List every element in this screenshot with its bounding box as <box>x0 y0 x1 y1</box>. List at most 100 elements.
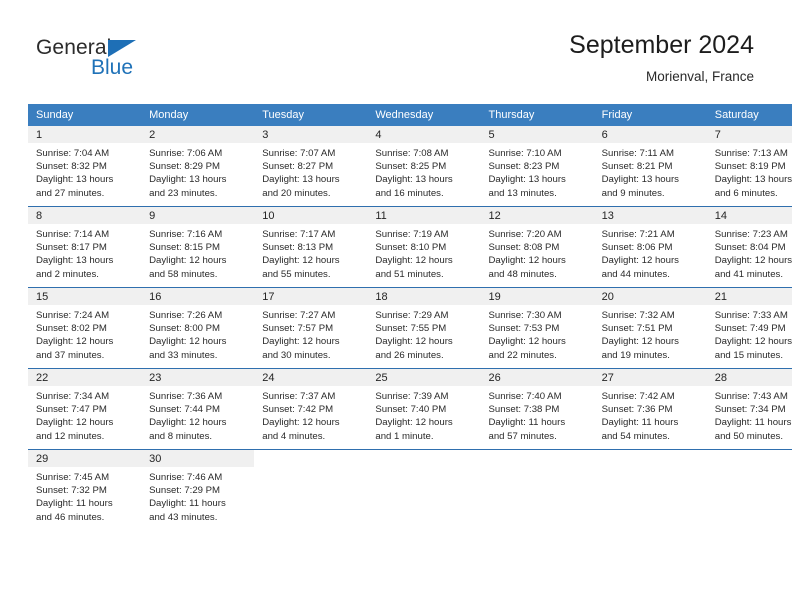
daylight-text-line1: Daylight: 13 hours <box>375 174 453 186</box>
day-details: Sunrise: 7:14 AM Sunset: 8:17 PM Daylight:… <box>28 224 141 287</box>
calendar-day-cell[interactable]: 27 Sunrise: 7:42 AM Sunset: 7:36 PM Dayligh… <box>593 368 707 450</box>
calendar-day-cell[interactable]: 21 Sunrise: 7:33 AM Sunset: 7:49 PM Dayligh… <box>706 287 792 369</box>
day-number: 13 <box>601 210 614 222</box>
daylight-text-line2: and 20 minutes. <box>262 187 331 199</box>
calendar-day-cell[interactable]: 18 Sunrise: 7:29 AM Sunset: 7:55 PM Dayligh… <box>367 287 481 369</box>
sunset-text: Sunset: 8:13 PM <box>262 242 334 254</box>
daylight-text-line2: and 15 minutes. <box>714 349 784 361</box>
day-number: 28 <box>714 372 727 384</box>
weekday-header-monday: Monday <box>141 104 255 126</box>
calendar-day-cell[interactable]: 14 Sunrise: 7:23 AM Sunset: 8:04 PM Dayligh… <box>706 206 792 288</box>
day-number-band: 21 <box>706 288 792 305</box>
day-number-band: 8 <box>28 207 142 224</box>
sunrise-text: Sunrise: 7:32 AM <box>601 310 675 321</box>
calendar-day-cell[interactable]: 3 Sunrise: 7:07 AM Sunset: 8:27 PM Daylight… <box>254 126 368 207</box>
sunset-text: Sunset: 7:49 PM <box>714 323 786 335</box>
calendar-day-cell[interactable]: 9 Sunrise: 7:16 AM Sunset: 8:15 PM Daylight… <box>141 206 255 288</box>
day-number: 17 <box>262 291 275 303</box>
day-details: Sunrise: 7:21 AM Sunset: 8:06 PM Daylight:… <box>594 224 707 287</box>
sunset-text: Sunset: 7:40 PM <box>375 404 447 416</box>
calendar-day-cell[interactable]: 4 Sunrise: 7:08 AM Sunset: 8:25 PM Daylight… <box>367 126 481 207</box>
sunrise-text: Sunrise: 7:14 AM <box>36 229 110 240</box>
sunrise-text: Sunrise: 7:39 AM <box>375 391 449 402</box>
day-number-band: 25 <box>367 369 481 386</box>
day-details <box>707 467 792 477</box>
calendar-day-cell[interactable]: 15 Sunrise: 7:24 AM Sunset: 8:02 PM Dayligh… <box>28 287 142 369</box>
day-number: 11 <box>375 210 387 222</box>
calendar-day-cell[interactable]: 10 Sunrise: 7:17 AM Sunset: 8:13 PM Dayligh… <box>254 206 368 288</box>
sunset-text: Sunset: 7:55 PM <box>375 323 447 335</box>
day-number-band: 3 <box>254 126 368 143</box>
day-number-band: 26 <box>480 369 594 386</box>
daylight-text-line1: Daylight: 12 hours <box>375 417 453 429</box>
calendar-day-cell[interactable]: 6 Sunrise: 7:11 AM Sunset: 8:21 PM Daylight… <box>593 126 707 207</box>
calendar-day-cell[interactable]: 13 Sunrise: 7:21 AM Sunset: 8:06 PM Dayligh… <box>593 206 707 288</box>
day-number-band: 7 <box>706 126 792 143</box>
calendar-day-cell[interactable]: 30 Sunrise: 7:46 AM Sunset: 7:29 PM Dayligh… <box>141 449 255 530</box>
day-details: Sunrise: 7:39 AM Sunset: 7:40 PM Daylight:… <box>367 386 480 449</box>
calendar-day-cell[interactable]: 23 Sunrise: 7:36 AM Sunset: 7:44 PM Dayligh… <box>141 368 255 450</box>
daylight-text-line2: and 57 minutes. <box>488 430 557 442</box>
calendar-day-cell[interactable]: 29 Sunrise: 7:45 AM Sunset: 7:32 PM Dayligh… <box>28 449 142 530</box>
sunrise-text: Sunrise: 7:13 AM <box>714 148 788 159</box>
day-number-band: 10 <box>254 207 368 224</box>
calendar-day-cell[interactable]: 26 Sunrise: 7:40 AM Sunset: 7:38 PM Dayligh… <box>480 368 594 450</box>
sunrise-text: Sunrise: 7:04 AM <box>36 148 110 159</box>
calendar-day-cell-empty <box>706 449 792 530</box>
calendar-day-cell[interactable]: 16 Sunrise: 7:26 AM Sunset: 8:00 PM Dayligh… <box>141 287 255 369</box>
day-number-band: 23 <box>141 369 255 386</box>
sunset-text: Sunset: 8:19 PM <box>714 161 786 173</box>
day-details: Sunrise: 7:10 AM Sunset: 8:23 PM Daylight:… <box>481 143 594 206</box>
day-number-band <box>254 450 367 467</box>
calendar-day-cell[interactable]: 1 Sunrise: 7:04 AM Sunset: 8:32 PM Daylight… <box>28 126 142 207</box>
daylight-text-line1: Daylight: 12 hours <box>488 255 566 267</box>
day-number: 20 <box>601 291 614 303</box>
day-details <box>367 467 480 477</box>
general-blue-logo[interactable]: General Blue <box>36 36 266 90</box>
daylight-text-line2: and 46 minutes. <box>36 511 105 523</box>
calendar-day-cell[interactable]: 22 Sunrise: 7:34 AM Sunset: 7:47 PM Dayligh… <box>28 368 142 450</box>
calendar-day-cell[interactable]: 8 Sunrise: 7:14 AM Sunset: 8:17 PM Daylight… <box>28 206 142 288</box>
calendar-day-cell[interactable]: 2 Sunrise: 7:06 AM Sunset: 8:29 PM Daylight… <box>141 126 255 207</box>
calendar-day-cell-empty <box>367 449 481 530</box>
calendar-day-cell[interactable]: 12 Sunrise: 7:20 AM Sunset: 8:08 PM Dayligh… <box>480 206 594 288</box>
sunrise-text: Sunrise: 7:08 AM <box>375 148 449 159</box>
sunrise-text: Sunrise: 7:42 AM <box>601 391 675 402</box>
calendar-day-cell[interactable]: 20 Sunrise: 7:32 AM Sunset: 7:51 PM Dayligh… <box>593 287 707 369</box>
day-number: 14 <box>714 210 727 222</box>
day-details: Sunrise: 7:40 AM Sunset: 7:38 PM Daylight:… <box>481 386 594 449</box>
calendar-day-cell[interactable]: 19 Sunrise: 7:30 AM Sunset: 7:53 PM Dayligh… <box>480 287 594 369</box>
daylight-text-line1: Daylight: 12 hours <box>601 255 679 267</box>
calendar-day-cell-empty <box>480 449 594 530</box>
calendar-week-row: 8 Sunrise: 7:14 AM Sunset: 8:17 PM Daylight… <box>28 206 792 288</box>
day-number: 18 <box>375 291 388 303</box>
calendar-day-cell[interactable]: 25 Sunrise: 7:39 AM Sunset: 7:40 PM Dayligh… <box>367 368 481 450</box>
day-details: Sunrise: 7:19 AM Sunset: 8:10 PM Daylight:… <box>367 224 480 287</box>
day-details: Sunrise: 7:43 AM Sunset: 7:34 PM Daylight:… <box>707 386 792 449</box>
daylight-text-line1: Daylight: 12 hours <box>714 336 792 348</box>
calendar-day-cell[interactable]: 28 Sunrise: 7:43 AM Sunset: 7:34 PM Dayligh… <box>706 368 792 450</box>
calendar-day-cell[interactable]: 7 Sunrise: 7:13 AM Sunset: 8:19 PM Daylight… <box>706 126 792 207</box>
daylight-text-line1: Daylight: 12 hours <box>36 336 114 348</box>
daylight-text-line2: and 50 minutes. <box>714 430 784 442</box>
calendar-day-cell[interactable]: 24 Sunrise: 7:37 AM Sunset: 7:42 PM Dayligh… <box>254 368 368 450</box>
daylight-text-line2: and 33 minutes. <box>149 349 218 361</box>
day-number-band: 6 <box>593 126 707 143</box>
daylight-text-line2: and 16 minutes. <box>375 187 444 199</box>
daylight-text-line2: and 12 minutes. <box>36 430 105 442</box>
daylight-text-line1: Daylight: 12 hours <box>375 255 453 267</box>
day-number: 29 <box>36 453 49 465</box>
sunset-text: Sunset: 8:00 PM <box>149 323 221 335</box>
day-details: Sunrise: 7:23 AM Sunset: 8:04 PM Daylight:… <box>707 224 792 287</box>
sunset-text: Sunset: 7:44 PM <box>149 404 221 416</box>
calendar-day-cell[interactable]: 17 Sunrise: 7:27 AM Sunset: 7:57 PM Dayligh… <box>254 287 368 369</box>
day-details: Sunrise: 7:11 AM Sunset: 8:21 PM Daylight:… <box>594 143 707 206</box>
day-number-band: 15 <box>28 288 142 305</box>
day-number-band: 19 <box>480 288 594 305</box>
day-details: Sunrise: 7:06 AM Sunset: 8:29 PM Daylight:… <box>141 143 254 206</box>
sunrise-text: Sunrise: 7:43 AM <box>714 391 788 402</box>
calendar-day-cell[interactable]: 11 Sunrise: 7:19 AM Sunset: 8:10 PM Dayligh… <box>367 206 481 288</box>
day-number-band: 5 <box>480 126 594 143</box>
day-number-band: 24 <box>254 369 368 386</box>
calendar-day-cell[interactable]: 5 Sunrise: 7:10 AM Sunset: 8:23 PM Daylight… <box>480 126 594 207</box>
